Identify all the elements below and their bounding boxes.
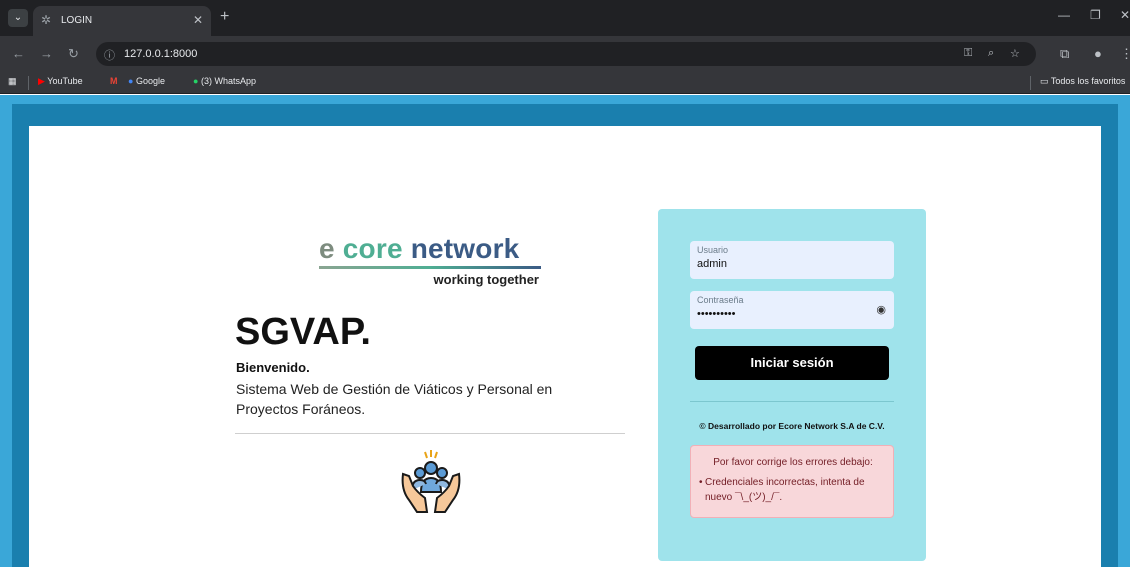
login-card: Usuario admin Contraseña •••••••••• ◉ In… (658, 209, 926, 561)
back-icon[interactable]: ← (12, 46, 25, 61)
section-divider (235, 433, 625, 434)
forward-icon[interactable]: → (40, 46, 53, 61)
favicon-icon: ✲ (41, 13, 52, 27)
error-item: • Credenciales incorrectas, intenta de n… (699, 475, 885, 505)
zoom-icon[interactable]: ⌕ (988, 47, 994, 60)
card-divider (690, 401, 894, 402)
browser-tab-bar: ⌄ ✲ LOGIN ✕ + — ❐ ✕ (0, 0, 1130, 36)
page-title: SGVAP. (235, 311, 371, 353)
bookmark-whatsapp[interactable]: ● (3) WhatsApp (193, 76, 256, 86)
profile-icon[interactable]: ● (1094, 46, 1102, 61)
site-info-icon[interactable]: ⓘ (104, 47, 115, 63)
welcome-text: Bienvenido. (236, 360, 310, 375)
folder-icon: ▭ (1040, 76, 1049, 86)
whatsapp-icon: ● (193, 76, 199, 86)
password-label: Contraseña (697, 295, 744, 305)
restore-icon[interactable]: ❐ (1090, 8, 1101, 22)
all-bookmarks[interactable]: ▭ Todos los favoritos (1040, 76, 1125, 87)
company-logo: e core network working together (319, 233, 541, 287)
apps-grid-icon[interactable]: ▦ (8, 76, 17, 87)
password-key-icon[interactable]: ⚿ (964, 47, 972, 60)
team-hands-icon (401, 450, 461, 513)
tab-search-icon[interactable]: ⌄ (8, 9, 28, 27)
developer-credit: © Desarrollado por Ecore Network S.A de … (699, 421, 885, 431)
error-message: Credenciales incorrectas, intenta de nue… (705, 477, 865, 503)
bookmark-youtube[interactable]: ▶ YouTube (38, 76, 83, 87)
minimize-icon[interactable]: — (1058, 8, 1070, 22)
system-description: Sistema Web de Gestión de Viáticos y Per… (236, 381, 553, 417)
logo-underline (319, 266, 541, 269)
google-icon: ● (128, 76, 134, 86)
bookmark-star-icon[interactable]: ☆ (1010, 47, 1020, 60)
page-frame-inner: e core network working together SGVAP. B… (12, 104, 1118, 567)
extensions-icon[interactable]: ⧉ (1060, 46, 1069, 62)
close-window-icon[interactable]: ✕ (1120, 8, 1130, 22)
menu-icon[interactable]: ⋮ (1120, 46, 1130, 62)
reload-icon[interactable]: ↻ (68, 46, 79, 62)
bookmark-separator (28, 76, 29, 90)
error-alert: Por favor corrige los errores debajo: • … (690, 445, 894, 518)
password-value: •••••••••• (697, 308, 736, 320)
bullet-icon: • (699, 477, 703, 488)
youtube-icon: ▶ (38, 76, 45, 86)
address-bar[interactable]: ⓘ 127.0.0.1:8000 ⚿ ⌕ ☆ (96, 42, 1036, 66)
page-content: e core network working together SGVAP. B… (29, 126, 1101, 567)
gmail-icon[interactable]: M (110, 76, 118, 86)
bookmark-separator (1030, 76, 1031, 90)
address-toolbar: ← → ↻ ⓘ 127.0.0.1:8000 ⚿ ⌕ ☆ ⧉ ● ⋮ (0, 36, 1130, 72)
logo-wordmark: e core network (319, 233, 520, 264)
login-button[interactable]: Iniciar sesión (695, 346, 889, 380)
eye-icon[interactable]: ◉ (876, 303, 886, 316)
new-tab-icon[interactable]: + (220, 8, 229, 26)
page-frame: e core network working together SGVAP. B… (0, 95, 1130, 567)
logo-tagline: working together (433, 272, 539, 287)
error-heading: Por favor corrige los errores debajo: (713, 457, 873, 468)
password-field[interactable]: Contraseña •••••••••• ◉ (690, 291, 894, 329)
browser-tab[interactable]: ✲ LOGIN ✕ (33, 6, 211, 36)
username-value: admin (697, 258, 727, 270)
username-label: Usuario (697, 245, 729, 255)
tab-title: LOGIN (61, 15, 93, 26)
username-field[interactable]: Usuario admin (690, 241, 894, 279)
url-text: 127.0.0.1:8000 (124, 48, 198, 60)
close-icon[interactable]: ✕ (193, 13, 203, 27)
bookmarks-bar: ▦ ▶ YouTube M ● Google ● (3) WhatsApp ▭ … (0, 72, 1130, 94)
bookmark-google[interactable]: ● Google (128, 76, 165, 86)
